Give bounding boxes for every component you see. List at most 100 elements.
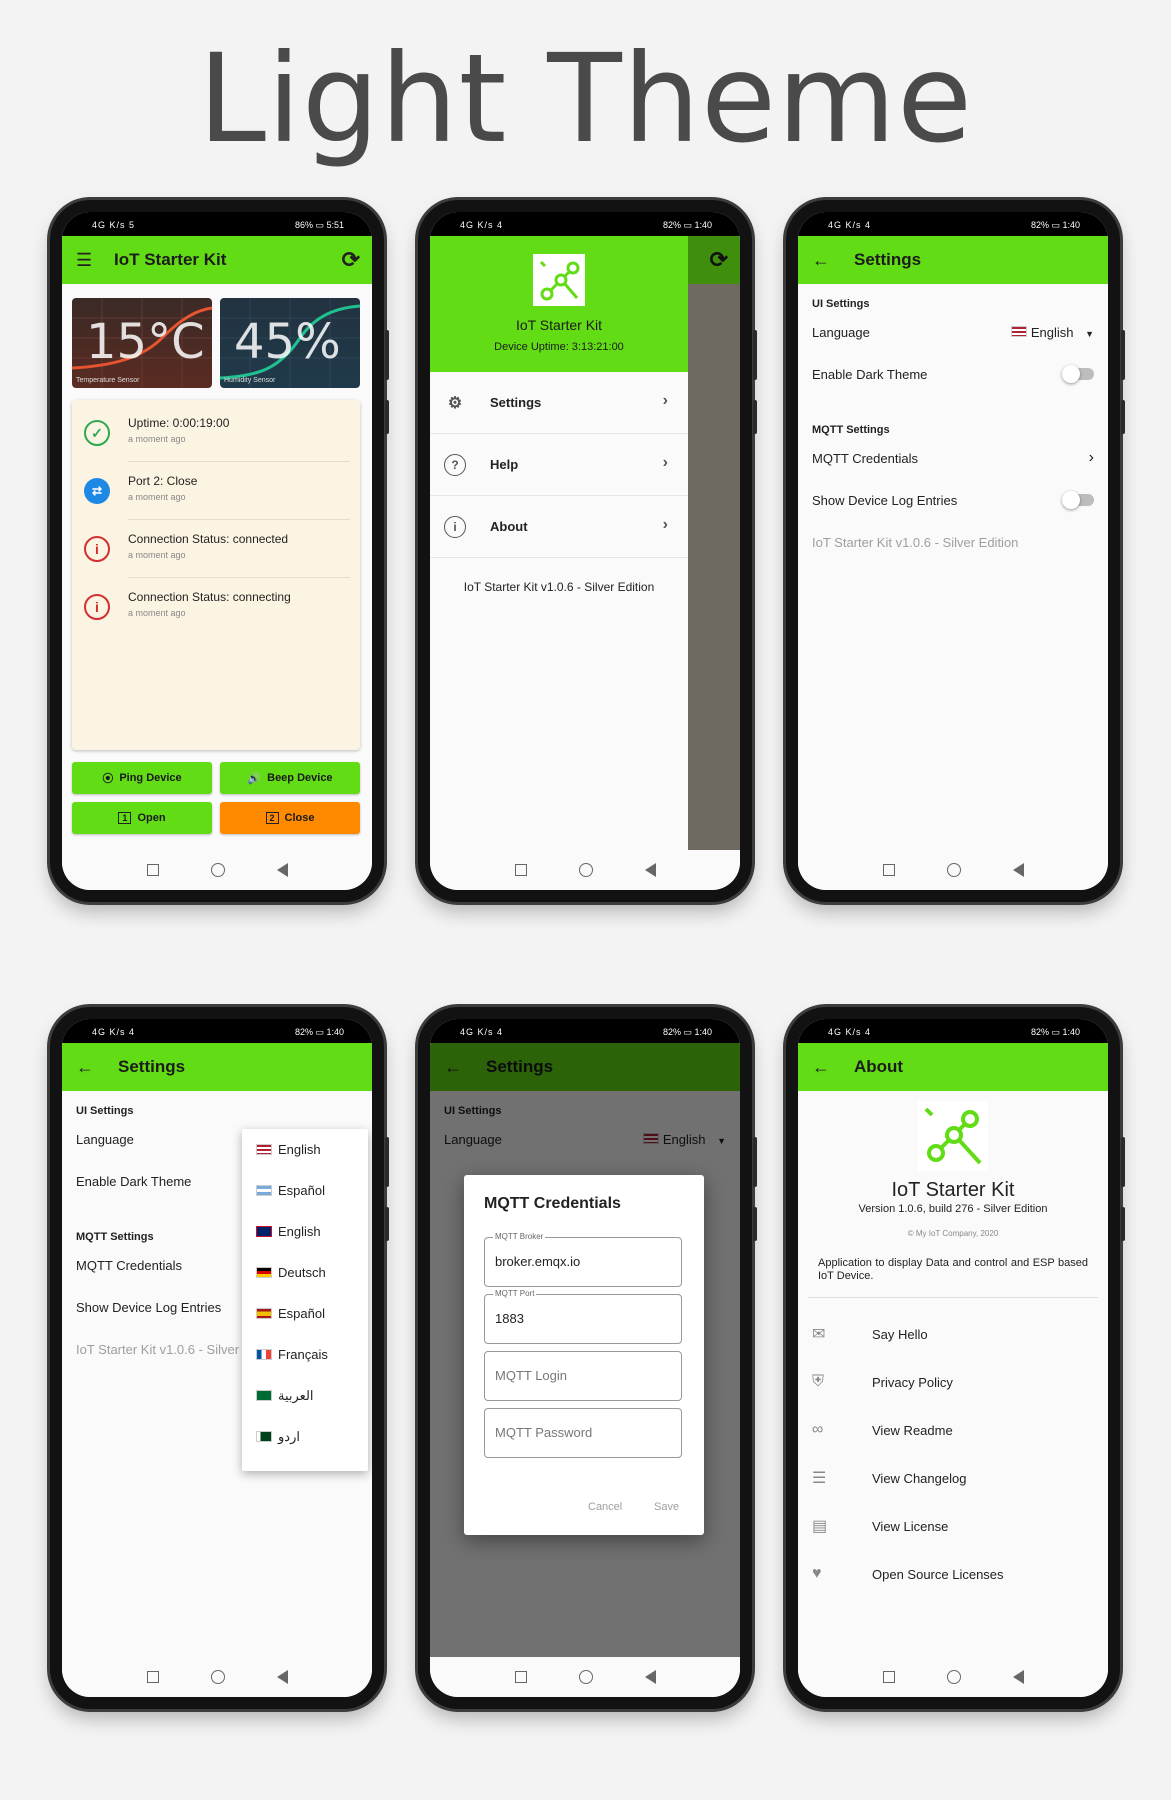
document-icon: ▤ <box>812 1518 828 1535</box>
beep-device-button[interactable]: 🔊 Beep Device <box>220 762 360 794</box>
home-icon[interactable] <box>578 1670 593 1684</box>
help-icon: ? <box>444 454 466 476</box>
recents-icon[interactable] <box>882 1671 895 1683</box>
language-option[interactable]: اردو <box>242 1416 368 1457</box>
dark-theme-toggle[interactable] <box>1062 365 1094 383</box>
temperature-sensor-card[interactable]: 15°C Temperature Sensor <box>72 298 212 388</box>
language-option[interactable]: Deutsch <box>242 1252 368 1293</box>
back-icon[interactable] <box>644 1670 656 1684</box>
app-title: IoT Starter Kit <box>114 250 227 269</box>
chevron-right-icon: › <box>662 516 668 533</box>
home-icon[interactable] <box>946 1670 961 1684</box>
home-icon[interactable] <box>210 863 225 877</box>
language-option[interactable]: English <box>242 1211 368 1252</box>
back-icon[interactable] <box>276 863 288 877</box>
filter-2-icon: 2 <box>265 812 279 824</box>
mqtt-credentials-item[interactable]: MQTT Credentials › <box>812 446 1094 470</box>
screen: 4G K/s 482% ▭ 1:40 ← Settings UI Setting… <box>798 212 1108 890</box>
back-icon[interactable] <box>1012 1670 1024 1684</box>
scrim[interactable] <box>688 284 740 850</box>
drawer-item-help[interactable]: ? Help › <box>430 434 688 496</box>
about-copyright: © My IoT Company, 2020 <box>907 1229 999 1238</box>
device-log-toggle[interactable] <box>1062 491 1094 509</box>
language-menu: English Español English Deutsch Español … <box>242 1129 368 1471</box>
close-button[interactable]: 2 Close <box>220 802 360 834</box>
list-item: ✓ Uptime: 0:00:19:00 a moment ago <box>72 404 360 462</box>
mqtt-password-field[interactable]: MQTT Password <box>484 1408 682 1458</box>
mqtt-login-field[interactable]: MQTT Login <box>484 1351 682 1401</box>
recents-icon[interactable] <box>882 864 895 876</box>
app-title: Settings <box>118 1057 186 1076</box>
page-title: Light Theme <box>197 28 974 170</box>
phone-settings: 4G K/s 4 82% ▭ 1:40 ← Settings UI Setting… <box>786 200 1125 902</box>
divider <box>808 1297 1098 1298</box>
mqtt-settings-header: MQTT Settings <box>812 424 890 436</box>
about-app-name: IoT Starter Kit <box>891 1179 1015 1201</box>
shield-icon: ⛨ <box>812 1373 825 1390</box>
back-icon[interactable] <box>276 1670 288 1684</box>
mqtt-settings-header: MQTT Settings <box>76 1231 154 1243</box>
back-icon[interactable] <box>1012 863 1024 877</box>
app-logo-icon <box>918 1101 988 1171</box>
status-bar: 4G K/s 4 82% ▭ 1:40 <box>62 1019 372 1043</box>
filter-1-icon: 1 <box>118 812 132 824</box>
info-icon: i <box>84 594 110 620</box>
about-item-say-hello[interactable]: ✉ Say Hello <box>798 1310 1108 1358</box>
about-version: Version 1.0.6, build 276 - Silver Editio… <box>858 1203 1048 1215</box>
recents-icon[interactable] <box>146 864 159 876</box>
language-option[interactable]: Español <box>242 1293 368 1334</box>
list-item: ⇄ Port 2: Close a moment ago <box>72 462 360 520</box>
about-item-privacy-policy[interactable]: ⛨ Privacy Policy <box>798 1358 1108 1406</box>
language-option[interactable]: Français <box>242 1334 368 1375</box>
heart-icon: ♥ <box>812 1565 822 1582</box>
about-item-view-changelog[interactable]: ☰ View Changelog <box>798 1454 1108 1502</box>
drawer-item-about[interactable]: i About › <box>430 496 688 558</box>
home-icon[interactable] <box>210 1670 225 1684</box>
language-dropdown[interactable]: English ▼ <box>1011 325 1094 340</box>
menu-icon[interactable]: ☰ <box>76 250 94 271</box>
refresh-icon[interactable]: ⟳ <box>342 247 360 273</box>
recents-icon[interactable] <box>514 864 527 876</box>
language-option[interactable]: English <box>242 1129 368 1170</box>
humidity-sensor-card[interactable]: 45% Humidity Sensor <box>220 298 360 388</box>
phone-mqtt-dialog: 4G K/s 482% ▭ 1:40 ← Settings UI Setting… <box>418 1007 757 1709</box>
about-item-open-source-licenses[interactable]: ♥ Open Source Licenses <box>798 1550 1108 1598</box>
language-option[interactable]: العربية <box>242 1375 368 1416</box>
open-button[interactable]: 1 Open <box>72 802 212 834</box>
about-item-view-readme[interactable]: ∞ View Readme <box>798 1406 1108 1454</box>
back-arrow-icon[interactable]: ← <box>812 250 830 271</box>
back-icon[interactable] <box>644 863 656 877</box>
gear-icon: ⚙ <box>447 395 463 412</box>
home-icon[interactable] <box>578 863 593 877</box>
back-arrow-icon[interactable]: ← <box>812 1057 830 1078</box>
temperature-caption: Temperature Sensor <box>76 377 140 384</box>
home-icon[interactable] <box>946 863 961 877</box>
dialog-title: MQTT Credentials <box>484 1195 621 1212</box>
mqtt-broker-field[interactable]: MQTT Broker broker.emqx.io <box>484 1232 682 1287</box>
status-bar: 4G K/s 4 82% ▭ 1:40 <box>430 1019 740 1043</box>
de-flag-icon <box>256 1267 272 1278</box>
pk-flag-icon <box>256 1431 272 1442</box>
dropdown-arrow-icon: ▼ <box>1085 328 1094 339</box>
ping-device-button[interactable]: ⦿ Ping Device <box>72 762 212 794</box>
mqtt-port-field[interactable]: MQTT Port 1883 <box>484 1289 682 1344</box>
recents-icon[interactable] <box>514 1671 527 1683</box>
language-setting[interactable]: Language English ▼ <box>812 320 1094 344</box>
us-flag-icon <box>256 1144 272 1155</box>
drawer-item-settings[interactable]: ⚙ Settings › <box>430 372 688 434</box>
info-icon: i <box>444 516 466 538</box>
drawer-uptime: Device Uptime: 3:13:21:00 <box>494 341 624 353</box>
about-item-view-license[interactable]: ▤ View License <box>798 1502 1108 1550</box>
recents-icon[interactable] <box>146 1671 159 1683</box>
app-title: Settings <box>854 250 922 269</box>
cancel-button[interactable]: Cancel <box>588 1501 622 1513</box>
uk-flag-icon <box>256 1226 272 1237</box>
refresh-icon[interactable]: ⟳ <box>710 247 728 273</box>
temperature-value: 15°C <box>86 314 205 370</box>
fr-flag-icon <box>256 1349 272 1360</box>
language-option[interactable]: Español <box>242 1170 368 1211</box>
status-bar: 4G K/s 4 82% ▭ 1:40 <box>798 1019 1108 1043</box>
back-arrow-icon[interactable]: ← <box>76 1057 94 1078</box>
system-nav-bar <box>430 850 740 890</box>
save-button[interactable]: Save <box>654 1501 679 1513</box>
